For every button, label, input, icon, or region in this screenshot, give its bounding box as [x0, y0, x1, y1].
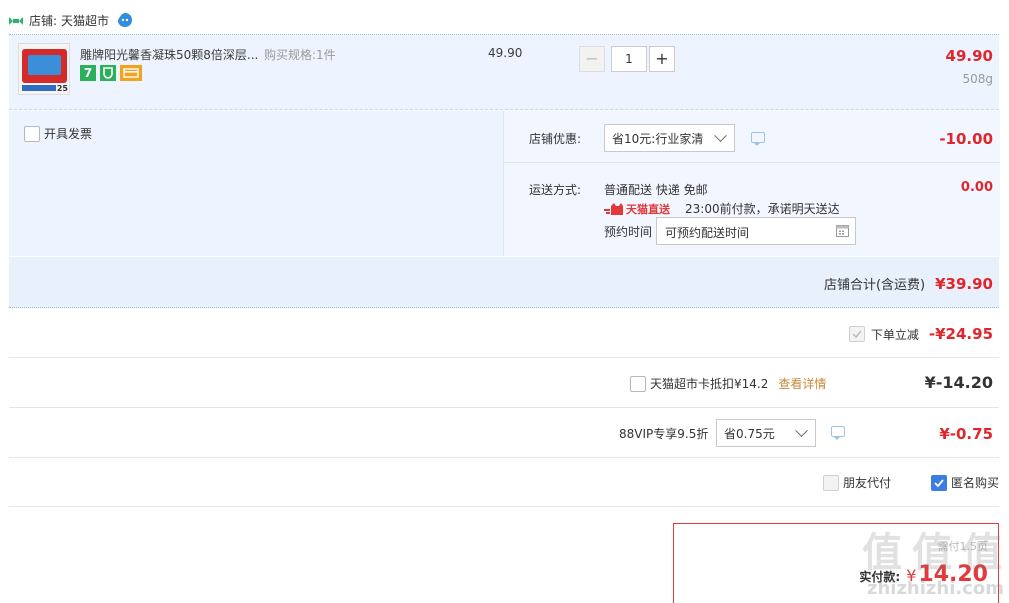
invoice-checkbox[interactable]: [24, 125, 40, 142]
pay-summary-box: 需付1.5页 实付款: ¥ 14.20: [673, 523, 999, 603]
discount-label: 店铺优惠:: [529, 132, 582, 146]
card-details-link[interactable]: 查看详情: [778, 375, 826, 392]
friend-pay-label: 朋友代付: [843, 476, 892, 490]
instant-discount-amount: -¥24.95: [928, 325, 993, 343]
pay-amount: 14.20: [918, 562, 988, 587]
delivery-method: 普通配送 快递 免邮: [604, 183, 708, 197]
product-weight: 508g: [962, 72, 993, 86]
shop-total-row: 店铺合计(含运费) ¥39.90: [9, 257, 999, 308]
friend-pay-checkbox[interactable]: [823, 474, 839, 491]
pay-currency: ¥: [906, 566, 917, 585]
payment-options-row: 朋友代付 匿名购买: [9, 459, 999, 507]
shipping-insurance-icon[interactable]: [100, 65, 116, 81]
tmall-card-label: 天猫超市卡抵扣¥14.2: [650, 377, 769, 391]
thumb-badge: 25: [56, 84, 68, 93]
vip-selected: 省0.75元: [724, 426, 775, 441]
appoint-label: 预约时间: [604, 225, 653, 239]
invoice-label: 开具发票: [44, 127, 93, 141]
shop-header: 店铺: 天猫超市: [9, 8, 133, 32]
tmall-card-row: 天猫超市卡抵扣¥14.2 查看详情 ¥-14.20: [9, 359, 999, 408]
spec-label: 购买规格:: [264, 48, 317, 62]
shop-name-link[interactable]: 天猫超市: [61, 12, 109, 29]
instant-discount-label: 下单立减: [870, 327, 919, 342]
wangwang-chat-icon[interactable]: [117, 12, 133, 28]
vip-amount: ¥-0.75: [939, 425, 993, 443]
discount-select[interactable]: 省10元:行业家清: [604, 124, 735, 152]
instant-discount-checkbox: [848, 326, 865, 342]
instant-discount-row: 下单立减 -¥24.95: [9, 309, 999, 358]
seven-day-return-icon[interactable]: 7: [80, 65, 96, 81]
calendar-icon[interactable]: [836, 224, 849, 237]
product-row: 25 雕牌阳光馨香凝珠50颗8倍深层... 购买规格:1件 7 49.90 − …: [9, 35, 999, 110]
anonymous-label: 匿名购买: [951, 476, 1000, 490]
shop-total-label: 店铺合计(含运费): [823, 278, 926, 293]
shop-total-amount: ¥39.90: [935, 275, 993, 293]
tmall-direct-badge: 天猫直送: [604, 201, 670, 217]
tmall-cat-icon: [604, 203, 624, 215]
vip-discount-select[interactable]: 省0.75元: [716, 419, 816, 447]
vip-row: 88VIP专享9.5折 省0.75元 ¥-0.75: [9, 409, 999, 458]
message-icon[interactable]: [831, 426, 845, 440]
pay-label: 实付款:: [859, 570, 901, 584]
product-title-link[interactable]: 雕牌阳光馨香凝珠50颗8倍深层...: [80, 46, 258, 63]
tmall-direct-label: 天猫直送: [626, 203, 670, 216]
anonymous-option[interactable]: 匿名购买: [931, 474, 999, 491]
delivery-promise: 23:00前付款，承诺明天送达: [685, 202, 840, 216]
quantity-stepper: − 1 +: [579, 46, 675, 72]
spec-value: 1件: [316, 48, 336, 62]
appoint-time-input[interactable]: 可预约配送时间: [656, 217, 856, 245]
anonymous-checkbox[interactable]: [931, 474, 947, 491]
discount-selected: 省10元:行业家清: [612, 131, 704, 146]
vip-label: 88VIP专享9.5折: [619, 427, 709, 441]
tmall-card-checkbox[interactable]: [630, 375, 646, 392]
order-options-block: 开具发票 店铺优惠: 省10元:行业家清 -10.00 运送方式: 普通配送 快…: [9, 111, 1000, 256]
options-right-panel: 店铺优惠: 省10元:行业家清 -10.00 运送方式: 普通配送 快递 免邮 …: [503, 111, 1000, 256]
chevron-down-icon: [795, 423, 808, 437]
shop-icon: [9, 15, 23, 25]
chevron-down-icon: [714, 128, 727, 142]
credit-card-icon[interactable]: [120, 65, 142, 81]
invoice-option[interactable]: 开具发票: [24, 125, 92, 142]
product-subtotal: 49.90: [945, 47, 993, 65]
tmall-card-amount: ¥-14.20: [924, 373, 993, 392]
quantity-input[interactable]: 1: [611, 46, 647, 72]
service-badges: 7: [80, 65, 142, 81]
friend-pay-option[interactable]: 朋友代付: [823, 474, 891, 491]
pay-note: 需付1.5页: [937, 540, 989, 553]
discount-amount: -10.00: [939, 130, 993, 148]
unit-price: 49.90: [488, 46, 523, 60]
decrease-quantity-button[interactable]: −: [579, 46, 605, 72]
delivery-label: 运送方式:: [529, 183, 582, 197]
message-icon[interactable]: [751, 132, 765, 146]
product-thumbnail[interactable]: 25: [18, 43, 70, 95]
appoint-time-placeholder: 可预约配送时间: [665, 226, 750, 240]
delivery-amount: 0.00: [960, 180, 993, 195]
shop-label: 店铺:: [29, 13, 58, 28]
increase-quantity-button[interactable]: +: [649, 46, 675, 72]
